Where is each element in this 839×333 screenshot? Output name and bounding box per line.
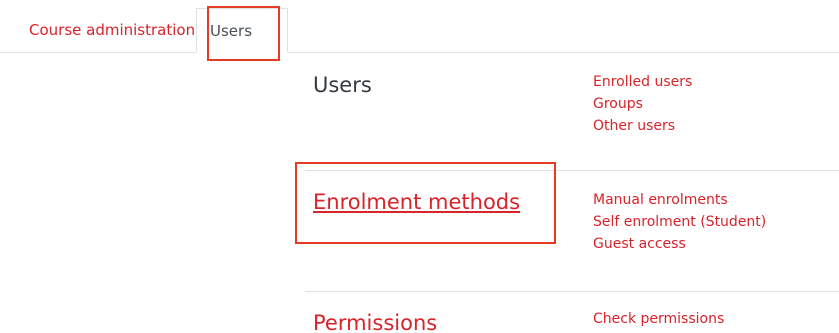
section-heading-enrolment-methods[interactable]: Enrolment methods xyxy=(313,189,520,215)
link-enrolled-users[interactable]: Enrolled users xyxy=(593,71,692,93)
section-divider xyxy=(305,170,839,171)
section-divider xyxy=(305,291,839,292)
enrolment-links-list: Manual enrolments Self enrolment (Studen… xyxy=(593,189,766,255)
tab-users[interactable]: Users xyxy=(196,8,288,53)
section-heading-users: Users xyxy=(313,73,372,97)
section-heading-permissions[interactable]: Permissions xyxy=(313,310,437,333)
link-self-enrolment[interactable]: Self enrolment (Student) xyxy=(593,211,766,233)
tab-course-administration[interactable]: Course administration xyxy=(29,8,195,53)
link-manual-enrolments[interactable]: Manual enrolments xyxy=(593,189,766,211)
link-other-users[interactable]: Other users xyxy=(593,115,692,137)
tab-bar: Course administration Users xyxy=(0,0,839,61)
link-groups[interactable]: Groups xyxy=(593,93,692,115)
page: Course administration Users Users Enroll… xyxy=(0,0,839,333)
link-guest-access[interactable]: Guest access xyxy=(593,233,766,255)
link-check-permissions[interactable]: Check permissions xyxy=(593,308,724,330)
permissions-links-list: Check permissions xyxy=(593,308,724,330)
users-links-list: Enrolled users Groups Other users xyxy=(593,71,692,137)
